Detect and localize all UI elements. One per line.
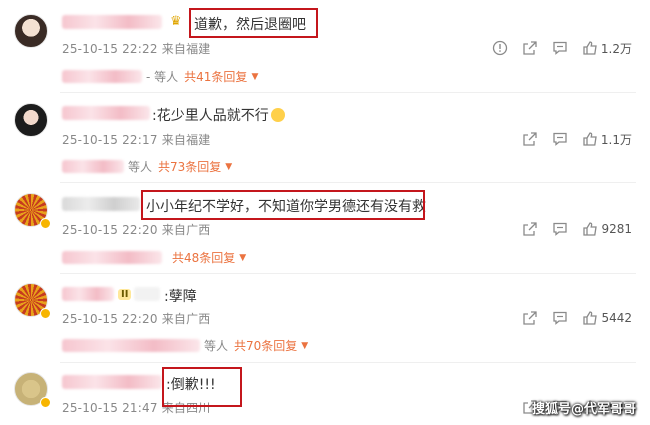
comment-location: 来自福建: [161, 42, 211, 56]
highlight-box: [189, 8, 318, 38]
like-count: 5442: [601, 311, 632, 325]
comment-text-content: :花少里人品就不行: [152, 108, 269, 124]
chevron-down-icon[interactable]: ▼: [239, 253, 246, 263]
comment-location: 来自广西: [161, 312, 211, 326]
watermark: 搜狐号@代军哥哥: [531, 402, 636, 417]
reply-who: 等人: [204, 339, 229, 353]
comment-time: 25-10-15 21:47: [62, 401, 158, 415]
divider: [60, 273, 636, 274]
like-button[interactable]: 5442: [582, 310, 632, 326]
highlight-box: [141, 190, 425, 220]
username-blurred[interactable]: [62, 375, 162, 389]
comment-actions: 1.2万: [492, 40, 632, 56]
username-blurred[interactable]: [62, 287, 114, 301]
divider: [60, 92, 636, 93]
username-blurred[interactable]: [62, 15, 162, 29]
username-blurred[interactable]: [62, 106, 150, 120]
username-suffix-blurred: [134, 287, 160, 301]
chevron-down-icon[interactable]: ▼: [251, 72, 258, 82]
reply-users-blurred: [62, 339, 200, 352]
verified-badge-icon: [40, 308, 51, 319]
comment-time: 25-10-15 22:17: [62, 133, 158, 147]
reply-summary: 等人 共70条回复 ▼: [62, 337, 308, 354]
comment-icon[interactable]: [552, 221, 568, 237]
comment-time: 25-10-15 22:20: [62, 312, 158, 326]
reply-users-blurred: [62, 160, 124, 173]
comment-time: 25-10-15 22:20: [62, 223, 158, 237]
username-blurred[interactable]: [62, 197, 140, 211]
verified-badge-icon: [40, 397, 51, 408]
thumbs-up-icon: [582, 310, 598, 326]
crown-icon: ♛: [170, 14, 182, 29]
share-icon[interactable]: [522, 310, 538, 326]
highlight-box: [162, 367, 242, 407]
comment-text: :孽障: [164, 289, 197, 305]
thumbs-up-icon: [582, 221, 598, 237]
comment-meta: 25-10-15 22:17 来自福建: [62, 131, 211, 148]
share-icon[interactable]: [522, 131, 538, 147]
share-icon[interactable]: [522, 221, 538, 237]
divider: [60, 362, 636, 363]
reply-users-blurred: [62, 70, 142, 83]
thumbs-up-icon: [582, 131, 598, 147]
comment-meta: 25-10-15 22:22 来自福建: [62, 40, 211, 57]
level-badge: II: [118, 289, 132, 300]
comment-actions: 5442: [522, 310, 632, 326]
like-count: 9281: [601, 222, 632, 236]
like-count: 1.1万: [600, 132, 632, 147]
reply-summary: 等人 共73条回复 ▼: [62, 158, 232, 175]
comment-icon[interactable]: [552, 310, 568, 326]
reply-summary: 共48条回复 ▼: [62, 249, 246, 266]
reply-summary: - 等人 共41条回复 ▼: [62, 68, 258, 85]
view-replies-link[interactable]: 共70条回复: [234, 337, 297, 354]
view-replies-link[interactable]: 共48条回复: [172, 249, 235, 266]
comment-location: 来自福建: [161, 133, 211, 147]
like-button[interactable]: 1.1万: [582, 131, 632, 148]
comment-actions: 1.1万: [522, 131, 632, 147]
comment-meta: 25-10-15 22:20 来自广西: [62, 310, 211, 327]
divider: [60, 182, 636, 183]
chevron-down-icon[interactable]: ▼: [301, 341, 308, 351]
like-button[interactable]: 1.2万: [582, 40, 632, 57]
report-icon[interactable]: [492, 40, 508, 56]
chevron-down-icon[interactable]: ▼: [225, 162, 232, 172]
verified-badge-icon: [40, 218, 51, 229]
reply-who: - 等人: [146, 70, 179, 84]
comment-icon[interactable]: [552, 131, 568, 147]
share-icon[interactable]: [522, 40, 538, 56]
laugh-emoji-icon: [270, 108, 285, 122]
comment-meta: 25-10-15 22:20 来自广西: [62, 221, 211, 238]
like-count: 1.2万: [600, 41, 632, 56]
view-replies-link[interactable]: 共73条回复: [158, 158, 221, 175]
avatar[interactable]: [14, 103, 48, 137]
avatar[interactable]: [14, 14, 48, 48]
comment-time: 25-10-15 22:22: [62, 42, 158, 56]
comment-icon[interactable]: [552, 40, 568, 56]
comment-actions: 9281: [522, 221, 632, 237]
thumbs-up-icon: [582, 40, 598, 56]
like-button[interactable]: 9281: [582, 221, 632, 237]
view-replies-link[interactable]: 共41条回复: [184, 68, 247, 85]
reply-users-blurred: [62, 251, 162, 264]
reply-who: 等人: [128, 160, 153, 174]
comment-text: :花少里人品就不行: [152, 105, 285, 125]
comment-location: 来自广西: [161, 223, 211, 237]
